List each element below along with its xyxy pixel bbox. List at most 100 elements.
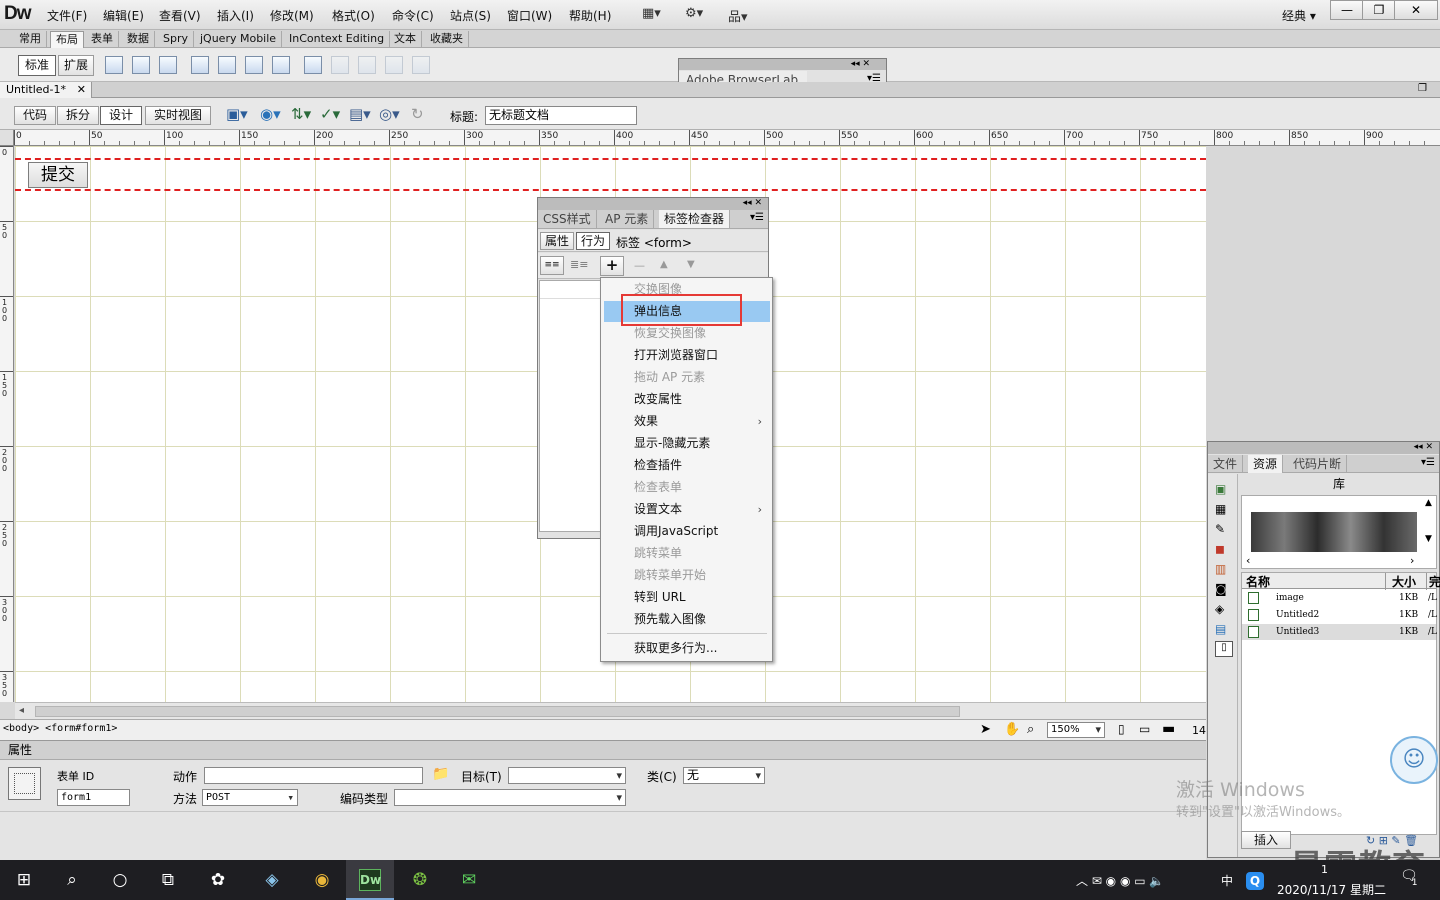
restore-doc-icon[interactable]: ❐ xyxy=(1418,83,1427,94)
show-set-events-icon[interactable]: ≡≡ xyxy=(540,256,564,275)
scroll-right-icon[interactable]: › xyxy=(1410,554,1414,567)
behavior-menu-item[interactable]: 打开浏览器窗口 xyxy=(604,345,770,366)
urls-icon[interactable]: ✎ xyxy=(1215,522,1225,536)
behavior-menu-item[interactable]: 转到 URL xyxy=(604,587,770,608)
subtab-attributes[interactable]: 属性 xyxy=(540,232,574,250)
w3c-validation-icon[interactable]: ✓▾ xyxy=(320,105,340,123)
panel-menu-icon[interactable]: ▾☰ xyxy=(1421,457,1435,468)
menu-help[interactable]: 帮助(H) xyxy=(569,7,611,24)
split-view-button[interactable]: 拆分 xyxy=(57,106,99,125)
site-icon[interactable]: 品▾ xyxy=(728,6,748,25)
start-button[interactable]: ⊞ xyxy=(0,860,48,900)
tab-common[interactable]: 常用 xyxy=(14,31,47,48)
behavior-menu-item[interactable]: 改变属性 xyxy=(604,389,770,410)
live-view-button[interactable]: 实时视图 xyxy=(145,106,211,125)
horizontal-scrollbar[interactable]: ◂ xyxy=(15,702,1206,719)
chrome-icon[interactable]: ◉ xyxy=(298,860,346,900)
behavior-menu-item[interactable]: 显示-隐藏元素 xyxy=(604,433,770,454)
menu-insert[interactable]: 插入(I) xyxy=(217,7,254,24)
show-all-events-icon[interactable]: ≣≡ xyxy=(570,258,588,271)
tab-assets[interactable]: 资源 xyxy=(1248,455,1284,473)
menu-window[interactable]: 窗口(W) xyxy=(507,7,552,24)
restore-button[interactable]: ❐ xyxy=(1362,0,1396,20)
action-input[interactable] xyxy=(204,767,423,784)
swf-icon[interactable]: ◼ xyxy=(1215,542,1225,556)
col-name[interactable]: 名称 xyxy=(1246,573,1270,590)
col-size[interactable]: 大小 xyxy=(1385,573,1416,590)
melon-app-icon[interactable]: ❂ xyxy=(396,860,444,900)
design-view-button[interactable]: 设计 xyxy=(100,106,142,125)
tab-favorites[interactable]: 收藏夹 xyxy=(425,31,469,48)
menu-file[interactable]: 文件(F) xyxy=(47,7,87,24)
cortana-icon[interactable]: ○ xyxy=(96,860,144,900)
tab-layout[interactable]: 布局 xyxy=(50,31,84,48)
tab-css-styles[interactable]: CSS样式 xyxy=(538,210,597,228)
system-tray-icons[interactable]: ︿ ✉ ◉ ◉ ▭ 🔈 xyxy=(1076,872,1164,889)
check-browser-icon[interactable]: ▤▾ xyxy=(349,105,371,123)
tab-spry[interactable]: Spry xyxy=(158,31,194,48)
tab-jquery-mobile[interactable]: jQuery Mobile xyxy=(195,31,283,48)
panel-menu-icon[interactable]: ▾☰ xyxy=(750,212,764,223)
add-behavior-button[interactable]: + xyxy=(600,256,624,276)
workspace-switcher[interactable]: 经典 ▾ xyxy=(1282,7,1316,24)
ime-indicator[interactable]: 中 xyxy=(1221,872,1233,889)
desktop-size-icon[interactable]: ▬ xyxy=(1162,721,1175,737)
expanded-mode-button[interactable]: 扩展 xyxy=(58,55,94,76)
tag-selector[interactable]: <body> <form#form1> xyxy=(3,723,117,734)
colors-icon[interactable]: ▦ xyxy=(1215,502,1226,516)
tablet-size-icon[interactable]: ▭ xyxy=(1139,722,1150,736)
hand-tool-icon[interactable]: ✋ xyxy=(1004,722,1020,737)
menu-modify[interactable]: 修改(M) xyxy=(270,7,314,24)
menu-edit[interactable]: 编辑(E) xyxy=(103,7,144,24)
document-tab[interactable]: Untitled-1* ✕ xyxy=(0,82,92,98)
movies-icon[interactable]: ◙ xyxy=(1215,582,1227,596)
scripts-icon[interactable]: ◈ xyxy=(1215,602,1224,616)
menu-format[interactable]: 格式(O) xyxy=(332,7,375,24)
shockwave-icon[interactable]: ▥ xyxy=(1215,562,1226,576)
form-outline[interactable] xyxy=(15,158,1206,191)
navigation-icon[interactable] xyxy=(218,56,236,74)
subtab-behaviors[interactable]: 行为 xyxy=(576,232,610,250)
tab-incontext[interactable]: InContext Editing xyxy=(284,31,391,48)
file-management-icon[interactable]: ⇅▾ xyxy=(291,105,311,123)
form-id-input[interactable]: form1 xyxy=(57,789,130,806)
folder-icon[interactable]: 📁 xyxy=(432,766,449,782)
select-tool-icon[interactable]: ➤ xyxy=(980,722,991,737)
wechat-icon[interactable]: ✉ xyxy=(445,860,493,900)
dreamweaver-taskbar-icon[interactable]: Dw xyxy=(346,860,394,900)
pinwheel-app-icon[interactable]: ✿ xyxy=(194,860,242,900)
tab-snippets[interactable]: 代码片断 xyxy=(1288,455,1348,473)
close-icon[interactable]: ✕ xyxy=(77,82,86,97)
notes-app-icon[interactable]: ◈ xyxy=(248,860,296,900)
code-view-button[interactable]: 代码 xyxy=(14,106,56,125)
preview-globe-icon[interactable]: ◉▾ xyxy=(260,105,281,123)
search-icon[interactable]: ⌕ xyxy=(48,860,96,900)
mobile-size-icon[interactable]: ▯ xyxy=(1118,722,1125,736)
multiscreen-icon[interactable]: ▣▾ xyxy=(226,105,248,123)
aside-icon[interactable] xyxy=(245,56,263,74)
tab-files[interactable]: 文件 xyxy=(1208,455,1244,473)
gear-icon[interactable]: ⚙▾ xyxy=(685,6,703,21)
ap-div-icon[interactable] xyxy=(132,56,150,74)
submit-button[interactable]: 提交 xyxy=(28,162,88,188)
scroll-thumb[interactable] xyxy=(35,706,960,717)
visual-aids-icon[interactable]: ◎▾ xyxy=(379,105,400,123)
article-icon[interactable] xyxy=(272,56,290,74)
scroll-left-icon[interactable]: ‹ xyxy=(1246,554,1250,567)
tab-ap-elements[interactable]: AP 元素 xyxy=(600,210,655,228)
library-row[interactable]: Untitled2 1KB/L xyxy=(1242,607,1437,623)
behavior-menu-item[interactable]: 检查插件 xyxy=(604,455,770,476)
zoom-tool-icon[interactable]: ⌕ xyxy=(1027,722,1034,737)
target-select[interactable] xyxy=(508,767,626,784)
table-icon[interactable] xyxy=(304,56,322,74)
tab-data[interactable]: 数据 xyxy=(122,31,155,48)
tab-forms[interactable]: 表单 xyxy=(86,31,119,48)
div-icon[interactable] xyxy=(105,56,123,74)
fluid-grid-icon[interactable] xyxy=(159,56,177,74)
enctype-select[interactable] xyxy=(394,789,626,806)
behavior-menu-item[interactable]: 效果 › xyxy=(604,411,770,432)
document-title-input[interactable]: 无标题文档 xyxy=(485,106,637,125)
close-button[interactable]: ✕ xyxy=(1394,0,1438,20)
layout-icon[interactable]: ▦▾ xyxy=(642,6,661,21)
images-icon[interactable]: ▣ xyxy=(1215,482,1226,496)
